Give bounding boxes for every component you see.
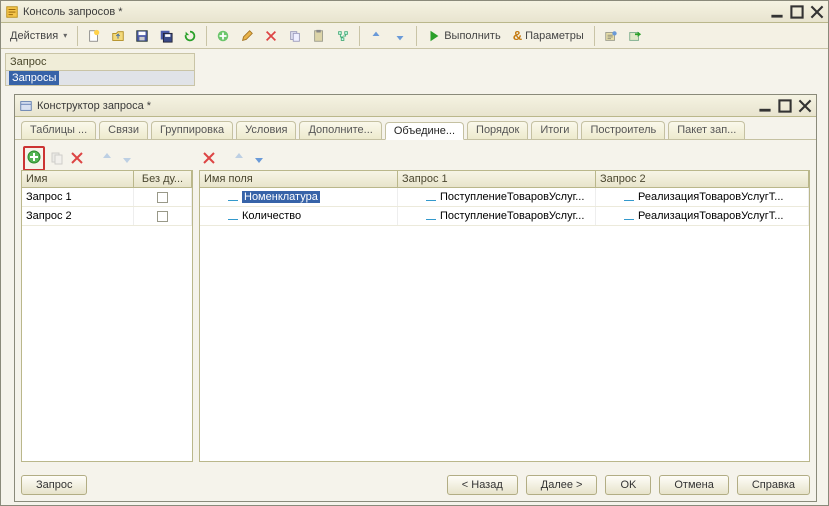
col-q2[interactable]: Запрос 2: [596, 171, 809, 187]
query-row[interactable]: Запрос 2: [22, 207, 192, 226]
settings-icon[interactable]: [600, 26, 622, 46]
move-query-up-icon[interactable]: [99, 150, 115, 166]
delete-query-icon[interactable]: [69, 150, 85, 166]
field-icon: [228, 194, 238, 200]
q2-cell[interactable]: РеализацияТоваровУслугТ...: [638, 210, 783, 222]
params-button[interactable]: & Параметры: [508, 26, 589, 46]
move-field-up-icon[interactable]: [231, 150, 247, 166]
col-field[interactable]: Имя поля: [200, 171, 398, 187]
back-button[interactable]: < Назад: [447, 475, 518, 495]
tab-conditions[interactable]: Условия: [236, 121, 296, 139]
execute-button[interactable]: Выполнить: [422, 26, 505, 46]
ampersand-icon: &: [513, 28, 522, 43]
field-icon: [624, 213, 634, 219]
tab-tables[interactable]: Таблицы ...: [21, 121, 96, 139]
tab-builder[interactable]: Построитель: [581, 121, 665, 139]
paste-icon[interactable]: [308, 26, 330, 46]
queries-toolbar: [21, 146, 193, 170]
tab-unions[interactable]: Объедине...: [385, 122, 464, 140]
q1-cell[interactable]: ПоступлениеТоваровУслуг...: [440, 210, 584, 222]
tree-icon[interactable]: [332, 26, 354, 46]
copy-query-icon[interactable]: [49, 150, 65, 166]
window-title: Консоль запросов *: [23, 6, 770, 18]
queries-grid[interactable]: Имя Без ду... Запрос 1 Запрос 2: [21, 170, 193, 462]
fields-grid[interactable]: Имя поля Запрос 1 Запрос 2 Номенклатура …: [199, 170, 810, 462]
field-name-cell[interactable]: Количество: [242, 210, 301, 222]
add-query-icon[interactable]: [26, 149, 42, 165]
builder-minimize-button[interactable]: [758, 99, 772, 113]
tab-order[interactable]: Порядок: [467, 121, 528, 139]
field-icon: [624, 194, 634, 200]
copy-icon[interactable]: [284, 26, 306, 46]
move-down-icon[interactable]: [389, 26, 411, 46]
nodup-checkbox[interactable]: [157, 192, 168, 203]
field-name-cell[interactable]: Номенклатура: [242, 191, 320, 203]
queries-tree[interactable]: Запросы: [5, 70, 195, 86]
builder-icon: [19, 99, 33, 113]
save-icon[interactable]: [131, 26, 153, 46]
col-name[interactable]: Имя: [22, 171, 134, 187]
move-field-down-icon[interactable]: [251, 150, 267, 166]
move-query-down-icon[interactable]: [119, 150, 135, 166]
field-icon: [426, 194, 436, 200]
execute-label: Выполнить: [444, 30, 500, 42]
close-button[interactable]: [810, 5, 824, 19]
field-row[interactable]: Номенклатура ПоступлениеТоваровУслуг... …: [200, 188, 809, 207]
main-toolbar: Действия▾ Выполнить & Параметры: [1, 23, 828, 49]
query-builder-window: Конструктор запроса * Таблицы ... Связи …: [14, 94, 817, 502]
q1-cell[interactable]: ПоступлениеТоваровУслуг...: [440, 191, 584, 203]
play-icon: [427, 29, 441, 43]
query-button[interactable]: Запрос: [21, 475, 87, 495]
params-label: Параметры: [525, 30, 584, 42]
maximize-button[interactable]: [790, 5, 804, 19]
field-icon: [228, 213, 238, 219]
queries-root-item[interactable]: Запросы: [9, 71, 59, 85]
builder-close-button[interactable]: [798, 99, 812, 113]
q2-cell[interactable]: РеализацияТоваровУслугТ...: [638, 191, 783, 203]
tabs: Таблицы ... Связи Группировка Условия До…: [15, 117, 816, 140]
query-name-cell[interactable]: Запрос 2: [22, 207, 134, 225]
col-nodup[interactable]: Без ду...: [134, 171, 192, 187]
titlebar: Консоль запросов *: [1, 1, 828, 23]
queries-panel: Запрос Запросы: [5, 53, 195, 86]
field-row[interactable]: Количество ПоступлениеТоваровУслуг... Ре…: [200, 207, 809, 226]
queries-header: Запрос: [5, 53, 195, 70]
query-name-cell[interactable]: Запрос 1: [22, 188, 134, 206]
builder-title: Конструктор запроса *: [37, 100, 758, 112]
tab-links[interactable]: Связи: [99, 121, 148, 139]
next-button[interactable]: Далее >: [526, 475, 598, 495]
minimize-button[interactable]: [770, 5, 784, 19]
refresh-icon[interactable]: [179, 26, 201, 46]
add-icon[interactable]: [212, 26, 234, 46]
export-icon[interactable]: [624, 26, 646, 46]
builder-maximize-button[interactable]: [778, 99, 792, 113]
fields-toolbar: [199, 146, 810, 170]
query-row[interactable]: Запрос 1: [22, 188, 192, 207]
save-as-icon[interactable]: [155, 26, 177, 46]
col-q1[interactable]: Запрос 1: [398, 171, 596, 187]
delete-icon[interactable]: [260, 26, 282, 46]
cancel-button[interactable]: Отмена: [659, 475, 728, 495]
folder-up-icon[interactable]: [107, 26, 129, 46]
builder-titlebar: Конструктор запроса *: [15, 95, 816, 117]
delete-field-icon[interactable]: [201, 150, 217, 166]
tab-additional[interactable]: Дополните...: [299, 121, 381, 139]
new-icon[interactable]: [83, 26, 105, 46]
tab-totals[interactable]: Итоги: [531, 121, 578, 139]
ok-button[interactable]: OK: [605, 475, 651, 495]
dialog-buttons: Запрос < Назад Далее > OK Отмена Справка: [21, 475, 810, 495]
move-up-icon[interactable]: [365, 26, 387, 46]
app-icon: [5, 5, 19, 19]
tab-package[interactable]: Пакет зап...: [668, 121, 745, 139]
field-icon: [426, 213, 436, 219]
edit-icon[interactable]: [236, 26, 258, 46]
actions-menu[interactable]: Действия▾: [5, 26, 72, 46]
tab-grouping[interactable]: Группировка: [151, 121, 233, 139]
help-button[interactable]: Справка: [737, 475, 810, 495]
nodup-checkbox[interactable]: [157, 211, 168, 222]
